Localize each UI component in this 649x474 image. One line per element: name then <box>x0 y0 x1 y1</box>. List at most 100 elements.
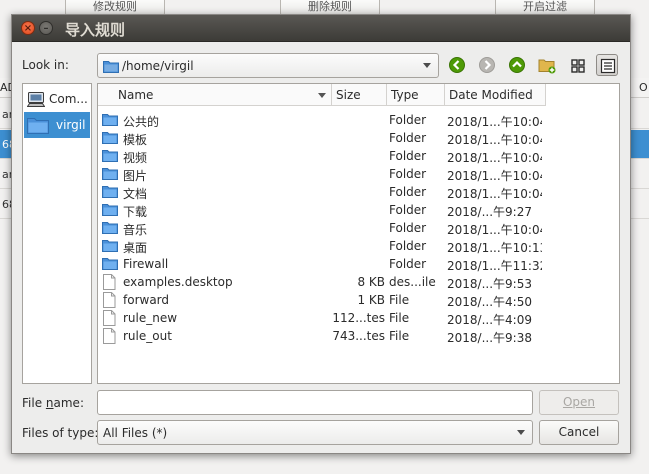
file-date-modified: 2018/1...午10:04 <box>447 151 542 165</box>
file-type: des...ile <box>389 275 436 289</box>
places-sidebar: Com... virgil <box>22 83 92 384</box>
file-date-modified: 2018/1...午10:04 <box>447 133 542 147</box>
file-name: 视频 <box>123 151 148 165</box>
file-type: Folder <box>389 167 427 181</box>
file-name-label: File name: <box>22 396 84 410</box>
file-name-input[interactable] <box>97 390 533 415</box>
file-type: File <box>389 293 410 307</box>
file-row[interactable]: 模板 Folder 2018/1...午10:04 <box>98 129 619 147</box>
file-type: Folder <box>389 239 427 253</box>
bg-header-fragment-right: O <box>639 81 648 94</box>
folder-icon <box>102 238 118 255</box>
cancel-button[interactable]: Cancel <box>539 420 619 445</box>
file-date-modified: 2018/1...午10:04 <box>447 115 542 129</box>
file-date-modified: 2018/1...午10:04 <box>447 223 542 237</box>
files-of-type-value: All Files (*) <box>103 426 168 440</box>
file-date-modified: 2018/...午9:27 <box>447 205 532 219</box>
folder-icon <box>102 220 118 237</box>
computer-icon <box>26 90 46 111</box>
file-date-modified: 2018/1...午11:32 <box>447 259 542 273</box>
minimize-icon: – <box>43 23 49 34</box>
file-row[interactable]: rule_out 743...tes File 2018/...午9:38 <box>98 327 619 345</box>
file-type: Folder <box>389 257 427 271</box>
file-row[interactable]: 图片 Folder 2018/1...午10:04 <box>98 165 619 183</box>
file-date-modified: 2018/1...午10:04 <box>447 169 542 183</box>
chevron-down-icon <box>517 430 525 435</box>
minimize-window-button[interactable]: – <box>39 21 53 35</box>
folder-icon <box>102 130 118 147</box>
detail-view-button[interactable] <box>596 54 618 76</box>
folder-icon <box>102 184 118 201</box>
file-type: Folder <box>389 113 427 127</box>
home-folder-icon <box>27 116 49 137</box>
file-row[interactable]: Firewall Folder 2018/1...午11:32 <box>98 255 619 273</box>
open-button[interactable]: Open <box>539 390 619 415</box>
close-window-button[interactable]: × <box>21 21 35 35</box>
file-name: 文档 <box>123 187 148 201</box>
file-date-modified: 2018/...午9:38 <box>447 331 532 345</box>
back-icon <box>449 57 465 73</box>
file-row[interactable]: 桌面 Folder 2018/1...午10:13 <box>98 237 619 255</box>
parent-directory-button[interactable] <box>506 54 528 76</box>
look-in-value: /home/virgil <box>122 59 194 73</box>
file-row[interactable]: 公共的 Folder 2018/1...午10:04 <box>98 111 619 129</box>
files-of-type-label: Files of type: <box>22 426 99 440</box>
list-view-button[interactable] <box>566 54 588 76</box>
file-date-modified: 2018/1...午10:04 <box>447 187 542 201</box>
file-type: File <box>389 311 410 325</box>
forward-icon <box>479 57 495 73</box>
file-type: Folder <box>389 131 427 145</box>
sidebar-item-virgil[interactable]: virgil <box>24 112 90 138</box>
file-icon <box>102 328 116 347</box>
file-row[interactable]: 下载 Folder 2018/...午9:27 <box>98 201 619 219</box>
folder-icon <box>102 148 118 165</box>
file-name: 公共的 <box>123 115 160 129</box>
back-button[interactable] <box>446 54 468 76</box>
look-in-label: Look in: <box>22 58 69 72</box>
dialog-title-bar[interactable]: × – 导入规则 <box>12 15 630 42</box>
file-list[interactable]: Name Size Type Date Modified 公共的 Folder 20… <box>97 83 620 384</box>
file-row[interactable]: 视频 Folder 2018/1...午10:04 <box>98 147 619 165</box>
chevron-down-icon <box>423 63 431 68</box>
folder-icon <box>102 256 118 273</box>
file-date-modified: 2018/1...午10:13 <box>447 241 542 255</box>
file-type: Folder <box>389 203 427 217</box>
file-type: File <box>389 329 410 343</box>
file-name: forward <box>123 293 170 307</box>
file-type: Folder <box>389 149 427 163</box>
file-list-header: Name Size Type Date Modified <box>98 84 546 106</box>
new-folder-button[interactable] <box>536 54 558 76</box>
folder-icon <box>102 112 118 129</box>
folder-icon <box>103 59 119 76</box>
detail-view-icon <box>600 58 616 74</box>
sidebar-item-computer[interactable]: Com... <box>24 86 90 112</box>
sidebar-item-label: Com... <box>49 92 88 106</box>
file-name: 下载 <box>123 205 148 219</box>
folder-icon <box>102 166 118 183</box>
file-name: Firewall <box>123 257 169 271</box>
file-name: 音乐 <box>123 223 148 237</box>
column-header-size[interactable]: Size <box>332 84 387 106</box>
forward-button[interactable] <box>476 54 498 76</box>
file-name: examples.desktop <box>123 275 233 289</box>
look-in-combobox[interactable]: /home/virgil <box>97 53 439 78</box>
file-type: Folder <box>389 185 427 199</box>
file-size: 112...tes <box>332 311 385 325</box>
dialog-title: 导入规则 <box>65 21 126 39</box>
file-row[interactable]: rule_new 112...tes File 2018/...午4:09 <box>98 309 619 327</box>
column-header-name[interactable]: Name <box>114 84 332 106</box>
file-name: rule_out <box>123 329 172 343</box>
new-folder-icon <box>538 59 556 74</box>
file-row[interactable]: examples.desktop 8 KB des...ile 2018/...午9:… <box>98 273 619 291</box>
file-row[interactable]: forward 1 KB File 2018/...午4:50 <box>98 291 619 309</box>
parent-directory-icon <box>509 57 525 73</box>
file-date-modified: 2018/...午4:09 <box>447 313 532 327</box>
column-header-date-modified[interactable]: Date Modified <box>445 84 546 106</box>
file-row[interactable]: 文档 Folder 2018/1...午10:04 <box>98 183 619 201</box>
files-of-type-combobox[interactable]: All Files (*) <box>97 420 533 445</box>
file-name: 桌面 <box>123 241 148 255</box>
column-header-type[interactable]: Type <box>387 84 445 106</box>
sidebar-item-label: virgil <box>56 118 86 132</box>
file-row[interactable]: 音乐 Folder 2018/1...午10:04 <box>98 219 619 237</box>
file-type: Folder <box>389 221 427 235</box>
